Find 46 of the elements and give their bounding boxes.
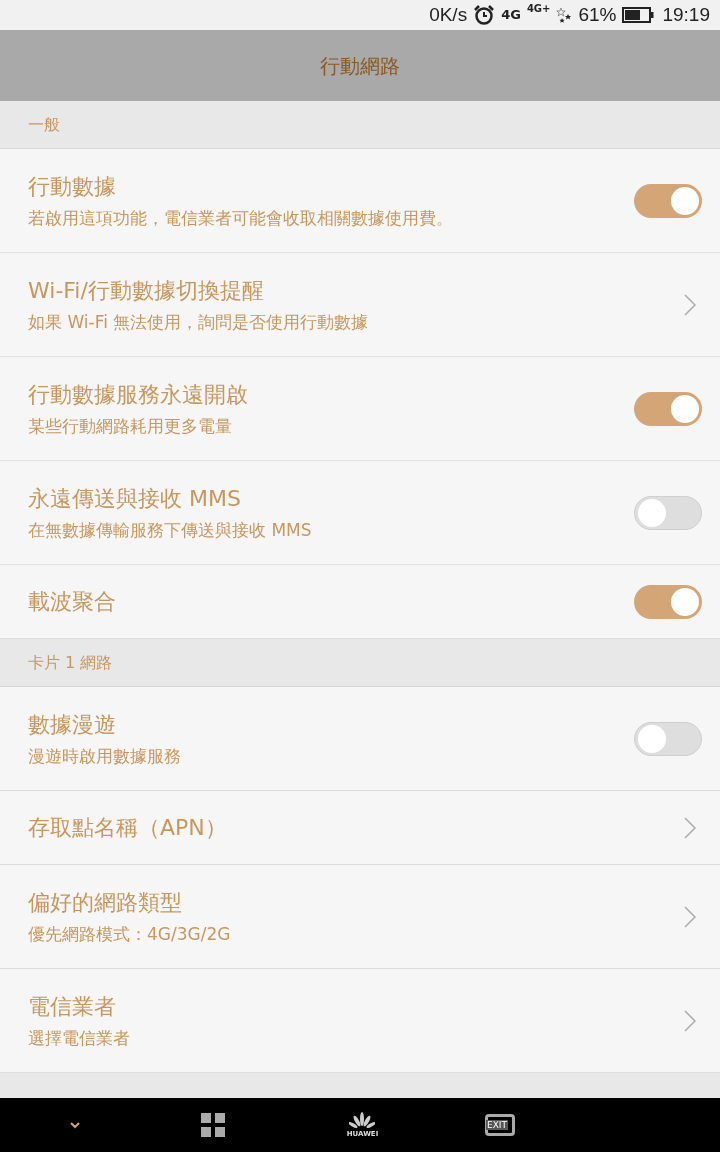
alarm-icon [473,4,496,26]
setting-description: 若啟用這項功能，電信業者可能會收取相關數據使用費。 [28,206,454,229]
settings-row[interactable]: 偏好的網路類型 優先網路模式：4G/3G/2G [0,865,720,969]
settings-row[interactable]: 數據漫遊 漫遊時啟用數據服務 [0,687,720,791]
chevron-right-icon [684,293,696,316]
setting-title: 載波聚合 [28,587,117,616]
setting-title: 行動數據服務永遠開啟 [28,380,249,409]
toggle-switch[interactable] [634,721,702,756]
setting-title: 電信業者 [28,992,117,1021]
network-type: 4G [501,6,521,25]
toggle-switch[interactable] [634,584,702,619]
settings-row[interactable]: Wi-Fi/行動數據切換提醒 如果 Wi-Fi 無法使用，詢問是否使用行動數據 [0,253,720,357]
exit-button[interactable]: EXIT [485,1114,515,1136]
chevron-right-icon [684,816,696,839]
setting-title: Wi-Fi/行動數據切換提醒 [28,276,265,305]
setting-description: 漫遊時啟用數據服務 [28,744,182,767]
toggle-switch[interactable] [634,391,702,426]
battery-percent: 61% [578,2,617,27]
setting-title: 偏好的網路類型 [28,888,183,917]
settings-row[interactable]: 行動數據 若啟用這項功能，電信業者可能會收取相關數據使用費。 [0,149,720,253]
setting-title: 行動數據 [28,172,117,201]
page-title: 行動網路 [320,52,400,80]
chevron-right-icon [684,1009,696,1032]
setting-description: 某些行動網路耗用更多電量 [28,414,233,437]
battery-icon [622,7,655,23]
toggle-switch[interactable] [634,495,702,530]
grid-icon[interactable] [200,1113,225,1137]
settings-row[interactable]: 電信業者 選擇電信業者 [0,969,720,1073]
network-speed: 0K/s [429,2,468,27]
setting-description: 優先網路模式：4G/3G/2G [28,922,232,945]
settings-row[interactable]: 永遠傳送與接收 MMS 在無數據傳輸服務下傳送與接收 MMS [0,461,720,565]
setting-title: 存取點名稱（APN） [28,813,228,842]
clock-time: 19:19 [662,2,710,27]
network-type: 4G+ [526,2,551,16]
setting-title: 數據漫遊 [28,710,117,739]
settings-row[interactable]: 存取點名稱（APN） [0,791,720,865]
signal-stars-icon [556,6,573,24]
setting-title: 永遠傳送與接收 MMS [28,484,242,513]
setting-description: 選擇電信業者 [28,1026,131,1049]
chevron-down-icon[interactable] [69,1121,81,1129]
setting-description: 在無數據傳輸服務下傳送與接收 MMS [28,518,313,541]
chevron-right-icon [684,905,696,928]
setting-description: 如果 Wi-Fi 無法使用，詢問是否使用行動數據 [28,310,370,333]
toggle-switch[interactable] [634,183,702,218]
settings-row[interactable]: 載波聚合 [0,565,720,639]
settings-row[interactable]: 行動數據服務永遠開啟 某些行動網路耗用更多電量 [0,357,720,461]
